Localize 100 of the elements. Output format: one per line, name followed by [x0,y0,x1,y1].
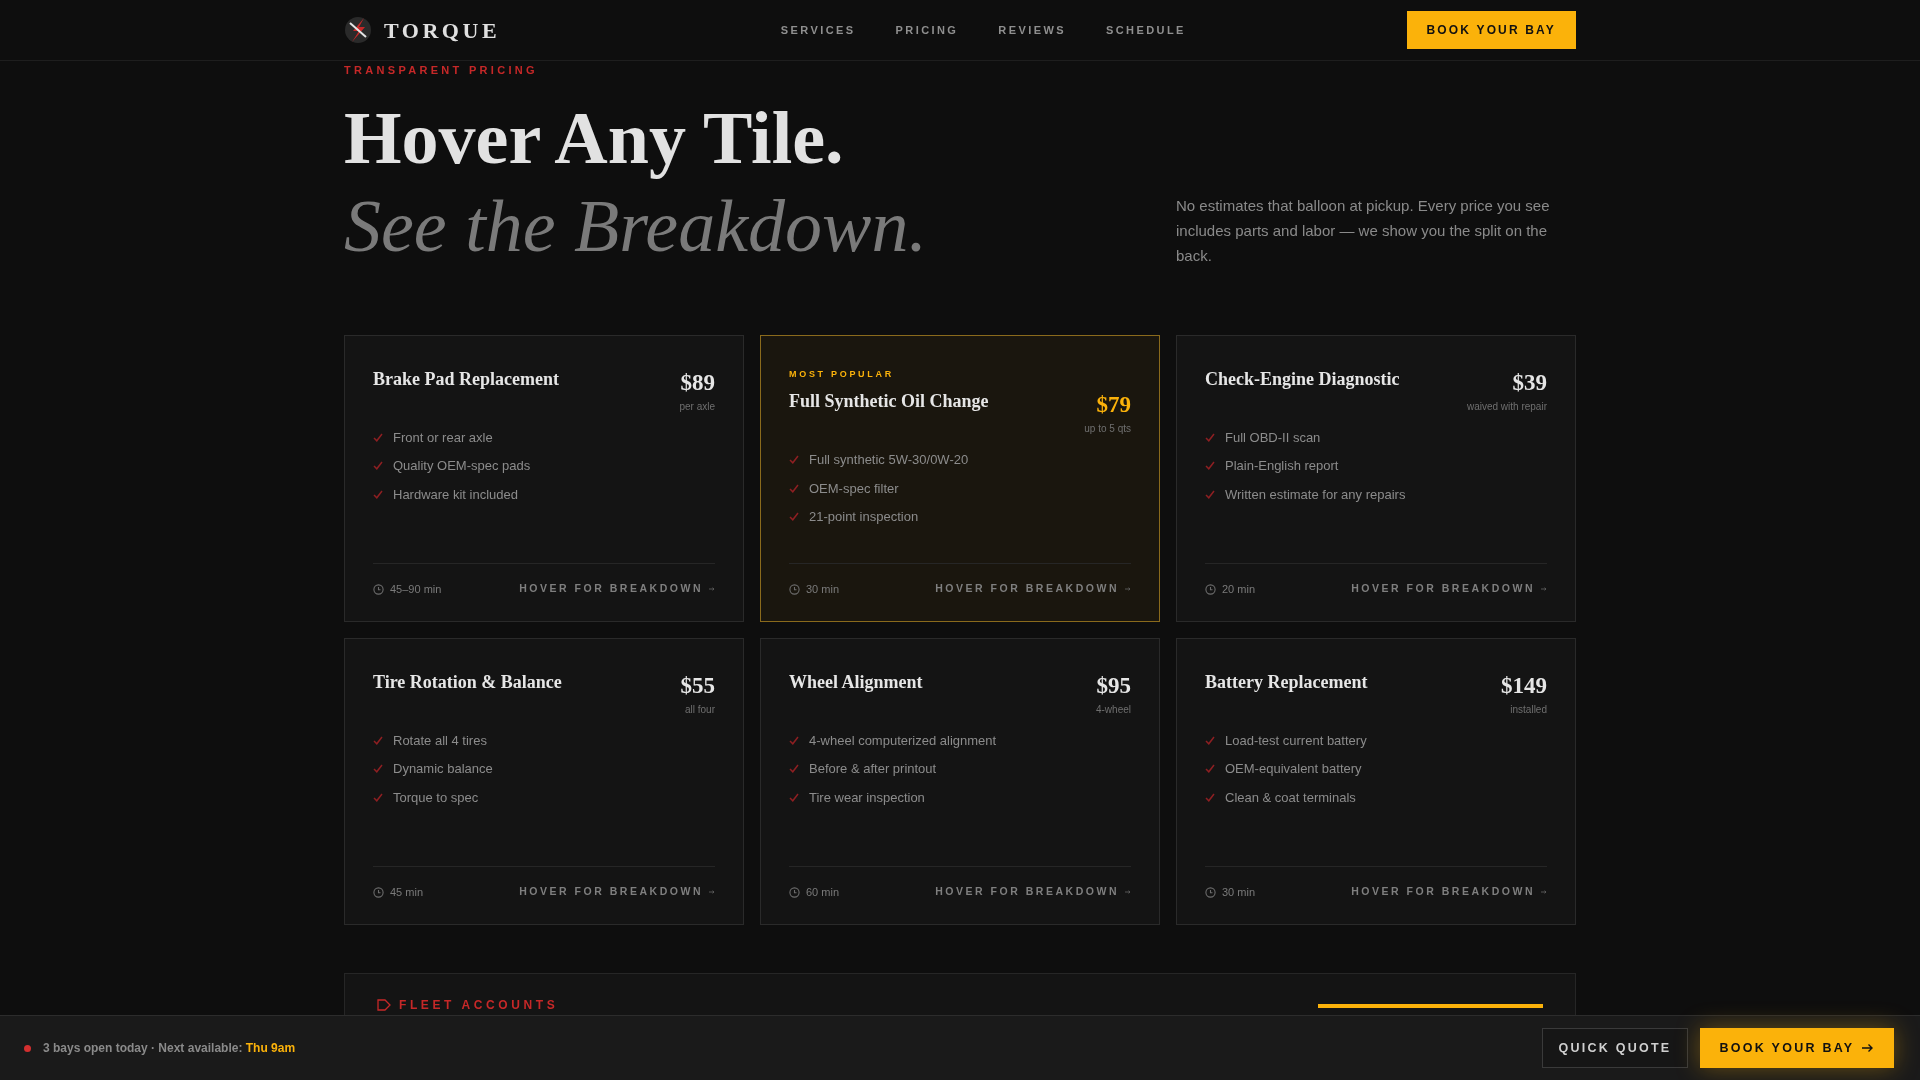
check-icon [373,792,383,802]
clock-icon [789,583,800,595]
feature-item: Before & after printout [809,760,937,778]
check-icon [789,455,799,465]
service-price: $55 [680,671,715,700]
section-eyebrow: TRANSPARENT PRICING [344,63,539,78]
feature-item: Tire wear inspection [809,788,925,807]
service-card[interactable]: Battery Replacement $149 installed Load-test current battery OEM-equivalent battery Clean & coat terminals 30 min HOVER FOR BREAKDOWN [1176,637,1576,925]
service-card[interactable]: Tire Rotation & Balance $55 all four Rotate all 4 tires Dynamic balance Torque to spec 45 min HOVER FOR BREAKDOWN [344,637,744,925]
service-card[interactable]: Check-Engine Diagnostic $39 waived with repair Full OBD-II scan Plain-English report Written estimate for any repairs 20 min HOVER FOR BREAKDOWN [1176,334,1576,622]
breakdown-link[interactable]: HOVER FOR BREAKDOWN [1351,884,1547,901]
feature-item: 21-point inspection [809,508,919,526]
check-icon [789,735,799,745]
availability-text: 3 bays open today · Next available: Thu 9am [43,1040,296,1057]
logo-icon [344,15,372,45]
service-price: $149 [1501,671,1547,700]
check-icon [789,764,799,774]
service-title: Full Synthetic Oil Change [789,390,989,413]
check-icon [373,764,383,774]
arrow-icon [709,890,715,895]
clock-icon [1205,886,1216,898]
check-icon [1205,792,1215,802]
duration-text: 45–90 min [390,582,442,597]
duration-text: 30 min [806,582,840,597]
check-icon [373,432,383,442]
feature-item: Plain-English report [1225,457,1339,475]
nav-link[interactable]: SERVICES [780,21,856,39]
nav-link[interactable]: SCHEDULE [1106,21,1186,39]
service-title: Battery Replacement [1205,670,1368,694]
feature-item: Written estimate for any repairs [1225,485,1406,504]
book-your-bay-button[interactable]: BOOK YOUR BAY [1406,11,1576,49]
check-icon [789,512,799,522]
fleet-label: FLEET ACCOUNTS [399,996,559,1014]
service-card[interactable]: Wheel Alignment $95 4-wheel 4-wheel computerized alignment Before & after printout Tire wear inspection 60 min HOVER FOR BREAKDOWN [760,637,1160,925]
price-unit: installed [1510,702,1547,717]
feature-item: 4-wheel computerized alignment [809,731,997,750]
feature-item: Front or rear axle [393,428,493,447]
arrow-icon [1125,587,1131,592]
feature-item: Dynamic balance [393,760,493,778]
check-icon [1205,461,1215,471]
check-icon [1205,432,1215,442]
arrow-icon [1125,890,1131,895]
service-title: Check-Engine Diagnostic [1205,367,1400,391]
clock-icon [373,886,384,898]
duration-text: 60 min [806,885,840,900]
feature-item: Quality OEM-spec pads [393,457,531,475]
book-your-bay-button[interactable]: BOOK YOUR BAY [1700,1028,1894,1068]
duration-text: 20 min [1222,582,1256,597]
service-price: $89 [680,368,715,397]
check-icon [373,735,383,745]
quick-quote-button[interactable]: QUICK QUOTE [1542,1028,1688,1068]
service-card[interactable]: Brake Pad Replacement $89 per axle Front or rear axle Quality OEM-spec pads Hardware kit included 45–90 min HOVER FOR BREAKDOWN [344,334,744,622]
breakdown-link[interactable]: HOVER FOR BREAKDOWN [519,884,715,901]
price-unit: up to 5 qts [1084,422,1131,436]
price-unit: waived with repair [1466,399,1547,414]
clock-icon [1205,583,1216,595]
feature-item: Hardware kit included [393,485,518,504]
check-icon [1205,735,1215,745]
feature-item: Full OBD-II scan [1225,428,1321,447]
breakdown-link[interactable]: HOVER FOR BREAKDOWN [935,884,1131,901]
popular-label: MOST POPULAR [789,367,895,381]
feature-item: Full synthetic 5W-30/0W-20 [809,451,969,469]
breakdown-link[interactable]: HOVER FOR BREAKDOWN [1351,581,1547,598]
arrow-icon [1541,890,1547,895]
check-icon [1205,764,1215,774]
nav-link[interactable]: REVIEWS [998,21,1066,39]
arrow-icon [709,587,715,592]
breakdown-link[interactable]: HOVER FOR BREAKDOWN [519,581,715,598]
feature-item: OEM-equivalent battery [1225,760,1362,778]
service-price: $79 [1096,391,1131,419]
brand-name[interactable]: TORQUE [384,13,501,47]
check-icon [1205,489,1215,499]
feature-item: Torque to spec [393,788,479,807]
service-price: $95 [1096,671,1131,700]
check-icon [373,489,383,499]
service-price: $39 [1512,368,1547,397]
price-unit: all four [685,702,715,717]
service-title: Wheel Alignment [789,670,923,694]
feature-item: OEM-spec filter [809,479,899,498]
service-title: Brake Pad Replacement [373,367,559,391]
service-title: Tire Rotation & Balance [373,670,562,694]
clock-icon [373,583,384,595]
service-card[interactable]: MOST POPULAR Full Synthetic Oil Change $79 up to 5 qts Full synthetic 5W-30/0W-20 OEM-spec filter 21-point inspection 30 min HOVER FOR BREAKDOWN [760,334,1160,622]
feature-item: Rotate all 4 tires [393,731,487,750]
duration-text: 45 min [390,885,424,900]
arrow-icon [1862,1043,1875,1053]
check-icon [789,792,799,802]
subheadline: See the Breakdown. [344,188,927,263]
check-icon [373,461,383,471]
feature-item: Load-test current battery [1225,731,1367,750]
arrow-icon [1541,587,1547,592]
price-unit: per axle [679,399,715,414]
duration-text: 30 min [1222,885,1256,900]
clock-icon [789,886,800,898]
intro-paragraph: No estimates that balloon at pickup. Every price you see includes parts and labor — we show you the split on the back. [1176,195,1551,266]
nav-link[interactable]: PRICING [895,21,959,39]
check-icon [789,483,799,493]
tag-icon [377,998,391,1011]
breakdown-link[interactable]: HOVER FOR BREAKDOWN [935,581,1131,598]
fleet-button[interactable] [1318,1003,1543,1008]
